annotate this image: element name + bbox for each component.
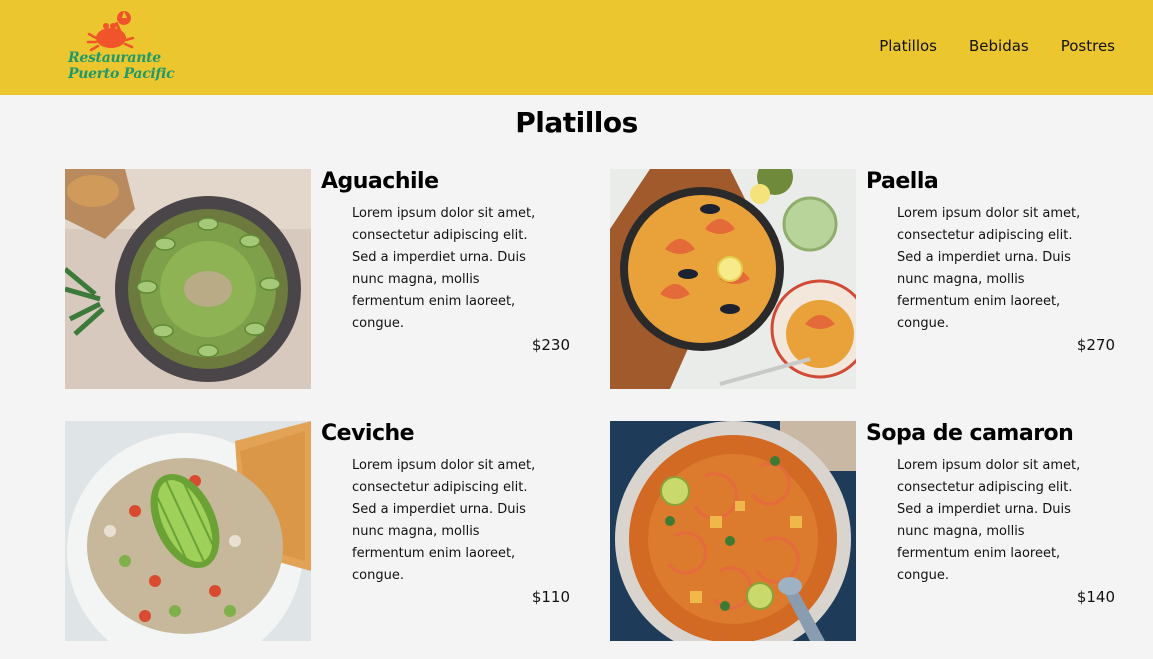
nav-link-bebidas[interactable]: Bebidas <box>969 37 1029 55</box>
logo-text-line1: Restaurante <box>68 50 161 66</box>
restaurant-logo[interactable]: Restaurante Puerto Pacific <box>68 8 175 88</box>
dish-photo-ceviche <box>65 421 311 641</box>
dish-description: Lorem ipsum dolor sit amet, consectetur … <box>897 458 1081 583</box>
dish-description: Lorem ipsum dolor sit amet, consectetur … <box>352 206 536 331</box>
dish-photo-aguachile <box>65 169 311 389</box>
dish-name: Aguachile <box>321 169 439 194</box>
dish-description: Lorem ipsum dolor sit amet, consectetur … <box>897 206 1081 331</box>
dish-name: Sopa de camaron <box>866 421 1074 446</box>
dish-description: Lorem ipsum dolor sit amet, consectetur … <box>352 458 536 583</box>
aguachile-image <box>65 169 311 389</box>
page-title: Platillos <box>515 106 638 139</box>
logo-text-line2: Puerto Pacific <box>68 66 175 82</box>
paella-image <box>610 169 856 389</box>
sopa-de-camaron-image <box>610 421 856 641</box>
crab-icon <box>86 11 135 52</box>
nav-link-postres[interactable]: Postres <box>1061 37 1115 55</box>
dish-price: $110 <box>531 588 570 606</box>
dish-name: Paella <box>866 169 939 194</box>
site-header: Restaurante Puerto Pacific Platillos Beb… <box>0 0 1153 95</box>
nav-link-platillos[interactable]: Platillos <box>879 37 937 55</box>
dish-photo-paella <box>610 169 856 389</box>
dish-name: Ceviche <box>321 421 415 446</box>
dish-card-sopa-de-camaron: Sopa de camaron Lorem ipsum dolor sit am… <box>610 421 1115 641</box>
dish-price: $230 <box>531 336 570 354</box>
ceviche-image <box>65 421 311 641</box>
dish-card-ceviche: Ceviche Lorem ipsum dolor sit amet, cons… <box>65 421 570 641</box>
main-nav: Platillos Bebidas Postres <box>879 37 1115 55</box>
dish-card-aguachile: Aguachile Lorem ipsum dolor sit amet, co… <box>65 169 570 389</box>
dish-card-paella: Paella Lorem ipsum dolor sit amet, conse… <box>610 169 1115 389</box>
dish-price: $140 <box>1076 588 1115 606</box>
dish-price: $270 <box>1076 336 1115 354</box>
dish-photo-sopa-de-camaron <box>610 421 856 641</box>
